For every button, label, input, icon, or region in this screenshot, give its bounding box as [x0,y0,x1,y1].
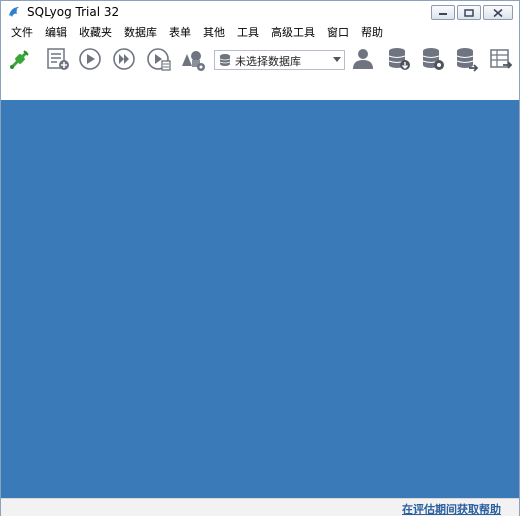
database-settings-button[interactable] [420,46,446,72]
connect-plug-icon [10,50,29,69]
execute-query-button[interactable] [77,46,103,72]
menu-tools[interactable]: 工具 [231,23,265,42]
database-select[interactable]: 未选择数据库 [214,50,345,70]
maximize-icon [464,8,474,17]
new-query-button[interactable] [45,46,71,72]
status-bar: 在评估期间获取帮助 [1,498,519,516]
schema-designer-button[interactable] [180,46,206,72]
execute-query-edit-result-icon [147,48,171,71]
connect-button[interactable] [7,46,33,72]
database-sync-button[interactable] [454,46,480,72]
close-icon [493,8,503,17]
database-sync-icon [456,48,479,72]
title-bar[interactable]: SQLyog Trial 32 [1,1,519,23]
menu-window[interactable]: 窗口 [321,23,355,42]
execute-all-button[interactable] [111,46,137,72]
backup-database-icon [388,48,410,70]
minimize-button[interactable] [431,5,455,20]
close-button[interactable] [483,5,513,20]
schema-designer-icon [182,51,205,71]
menu-other[interactable]: 其他 [197,23,231,42]
mdi-workspace [1,100,519,498]
execute-query-icon [79,48,101,70]
menu-help[interactable]: 帮助 [355,23,389,42]
backup-database-button[interactable] [386,46,412,72]
minimize-icon [439,12,447,15]
menu-database[interactable]: 数据库 [118,23,163,42]
execute-all-queries-icon [113,48,135,70]
user-manager-icon [353,49,373,69]
database-settings-icon [422,48,444,70]
sqlyog-dolphin-icon [9,7,19,17]
table-export-icon [490,49,513,69]
user-manager-button[interactable] [350,46,376,72]
chevron-down-icon [333,57,341,62]
database-select-value: 未选择数据库 [235,55,301,68]
menu-bar: 文件 编辑 收藏夹 数据库 表单 其他 工具 高级工具 窗口 帮助 [1,23,519,42]
menu-favorites[interactable]: 收藏夹 [73,23,118,42]
menu-table[interactable]: 表单 [163,23,197,42]
app-window: SQLyog Trial 32 文件 编辑 收藏夹 数据库 表单 其他 工具 高… [0,0,520,516]
menu-file[interactable]: 文件 [5,23,39,42]
evaluation-help-link[interactable]: 在评估期间获取帮助 [402,501,501,517]
menu-advanced-tools[interactable]: 高级工具 [265,23,321,42]
window-controls [431,5,513,20]
execute-edit-result-button[interactable] [146,46,172,72]
menu-edit[interactable]: 编辑 [39,23,73,42]
table-export-button[interactable] [488,46,514,72]
window-title: SQLyog Trial 32 [27,5,120,19]
maximize-button[interactable] [457,5,481,20]
database-icon [219,54,231,66]
toolbar: 未选择数据库 [1,42,519,101]
new-query-editor-icon [47,48,69,70]
